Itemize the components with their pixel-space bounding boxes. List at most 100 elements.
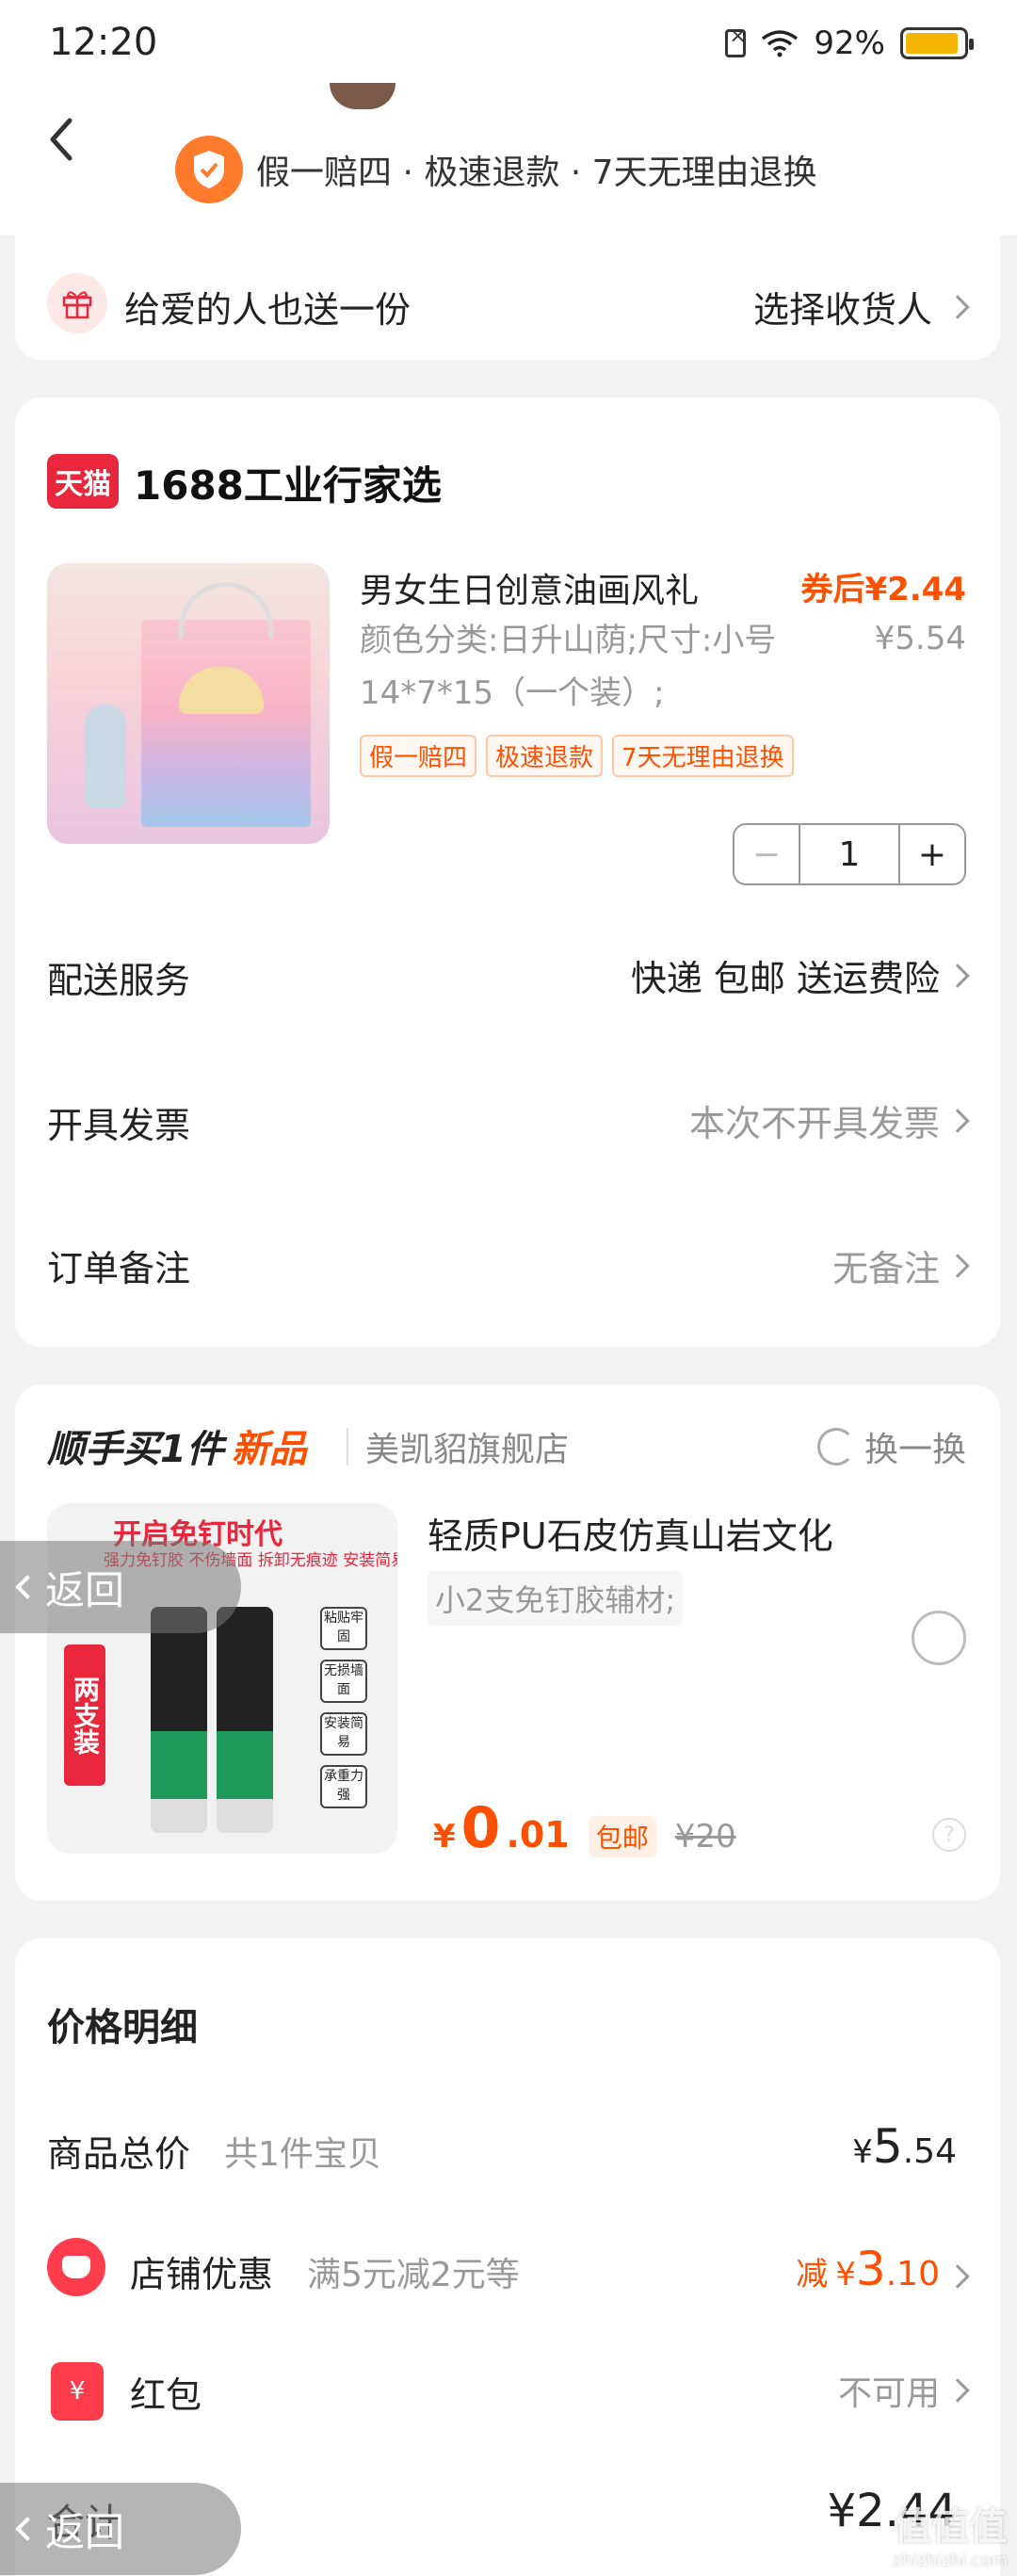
product-original-price: ¥5.54 [874, 620, 966, 657]
red-packet-label: 红包 [130, 2374, 202, 2416]
tag: 假一赔四 [360, 735, 477, 777]
select-recipient-button[interactable]: 选择收货人 [752, 281, 970, 332]
addon-price: ¥ 0 .01 包邮 ¥20 [433, 1795, 736, 1861]
free-shipping-badge: 包邮 [588, 1816, 656, 1857]
chevron-right-icon [945, 2378, 970, 2403]
price-after-coupon: 券后¥2.44 [800, 571, 966, 608]
tag: 7天无理由退换 [612, 735, 794, 777]
chevron-right-icon [945, 963, 970, 988]
gift-icon [47, 273, 107, 333]
addon-product-spec[interactable]: 小2支免钉胶辅材; [428, 1571, 684, 1626]
invoice-value: 本次不开具发票 [688, 1103, 940, 1144]
floating-back-label: 返回 [45, 1566, 125, 1613]
discount-prefix: 减 [796, 2256, 829, 2293]
price-decimal: .01 [506, 1814, 570, 1855]
header: 假一赔四 · 极速退款 · 7天无理由退换 [0, 83, 1017, 235]
battery-percent: 92% [814, 24, 885, 62]
watermark-url: zhizhizhi.com [893, 2551, 1008, 2570]
quantity-stepper: − 1 + [733, 823, 966, 885]
glue-tube [151, 1607, 207, 1833]
glue-tube [217, 1607, 273, 1833]
feature-label: 无损墙面 [320, 1660, 367, 1703]
gift-row[interactable]: 给爱的人也送一份 选择收货人 [15, 235, 1000, 360]
price-detail-title: 价格明细 [47, 2006, 198, 2049]
addon-select-radio[interactable] [912, 1611, 966, 1665]
addon-title: 顺手买1件 新品 [47, 1418, 307, 1473]
chevron-right-icon [945, 294, 970, 319]
battery-icon [900, 27, 974, 59]
store-discount-desc: 满5元减2元等 [307, 2256, 520, 2294]
addon-product-name[interactable]: 轻质PU石皮仿真山岩文化 [428, 1507, 833, 1559]
tag: 极速退款 [486, 735, 604, 777]
help-icon[interactable]: ? [932, 1818, 966, 1852]
quantity-value[interactable]: 1 [800, 825, 898, 883]
store-discount-label: 店铺优惠 [130, 2254, 274, 2295]
currency-symbol: ¥ [852, 2133, 873, 2171]
no-sim-icon [725, 24, 747, 57]
gift-label: 给爱的人也送一份 [124, 289, 412, 331]
chevron-right-icon [945, 1253, 970, 1278]
addon-original-price: ¥20 [674, 1818, 736, 1855]
discount-decimal: .10 [885, 2255, 940, 2293]
floating-back-button[interactable]: 返回 [0, 2483, 241, 2575]
two-pack-label: 两支装 [64, 1644, 105, 1786]
watermark: 值值值 zhizhizhi.com [893, 2496, 1008, 2570]
discount-integer: 3 [855, 2242, 886, 2296]
back-arrow-icon[interactable] [38, 111, 85, 168]
chevron-right-icon [945, 1108, 970, 1133]
delivery-value: 快递 包邮 送运费险 [630, 958, 940, 999]
swap-button[interactable]: 换一换 [816, 1422, 966, 1471]
floating-back-label: 返回 [45, 2508, 125, 2555]
note-label: 订单备注 [47, 1248, 191, 1289]
product-image[interactable] [47, 563, 330, 844]
store-discount-icon [47, 2238, 105, 2296]
wifi-icon [762, 30, 799, 57]
status-time: 12:20 [49, 21, 158, 64]
status-bar: 12:20 92% [0, 0, 1017, 94]
new-label: 新品 [231, 1428, 307, 1471]
addon-title-text: 顺手买1件 [47, 1428, 224, 1471]
avatar-partial [330, 83, 396, 109]
select-recipient-label: 选择收货人 [752, 289, 932, 331]
vase-illustration [85, 705, 126, 808]
decrease-button[interactable]: − [734, 825, 800, 883]
price-integer: 0 [460, 1795, 501, 1861]
invoice-label: 开具发票 [47, 1105, 191, 1146]
watermark-text: 值值值 [894, 2505, 1008, 2549]
total-label: 商品总价 [47, 2133, 191, 2175]
price-symbol: ¥ [433, 1818, 456, 1855]
swap-label: 换一换 [864, 1431, 966, 1469]
shop-name[interactable]: 1688工业行家选 [134, 454, 442, 511]
product-tags: 假一赔四 极速退款 7天无理由退换 [360, 735, 794, 777]
product-title[interactable]: 男女生日创意油画风礼 [360, 563, 699, 612]
store-discount-row[interactable]: 减 ¥ 3 .10 [796, 2242, 970, 2296]
chevron-left-icon [15, 1575, 40, 1599]
delivery-service-row[interactable]: 快递 包邮 送运费险 [630, 949, 970, 1001]
gift-bag-illustration [141, 582, 311, 827]
feature-label: 安装简易 [320, 1712, 367, 1756]
shield-check-icon [175, 136, 243, 203]
red-packet-icon: ¥ [51, 2362, 104, 2421]
order-note-row[interactable]: 无备注 [831, 1239, 970, 1291]
red-packet-row[interactable]: 不可用 [837, 2366, 970, 2415]
invoice-row[interactable]: 本次不开具发票 [688, 1094, 970, 1146]
feature-label: 粘贴牢固 [320, 1607, 367, 1650]
currency-symbol: ¥ [835, 2256, 856, 2293]
red-packet-value: 不可用 [837, 2374, 940, 2413]
addon-card: 顺手买1件新品 美凯貂旗舰店 换一换 开启免钉时代 强力免钉胶 不伤墙面 拆卸无… [15, 1385, 1000, 1901]
total-decimal: .54 [902, 2132, 957, 2171]
price-detail-card: 价格明细 商品总价 共1件宝贝 ¥ 5 .54 店铺优惠 满5元减2元等 减 ¥… [15, 1938, 1000, 2576]
refresh-icon [816, 1428, 855, 1466]
feature-label: 承重力强 [320, 1765, 367, 1808]
note-value: 无备注 [831, 1248, 940, 1289]
increase-button[interactable]: + [898, 825, 964, 883]
chevron-left-icon [15, 2517, 40, 2541]
addon-shop-name[interactable]: 美凯貂旗舰店 [365, 1422, 569, 1471]
total-value: ¥ 5 .54 [852, 2119, 957, 2174]
product-spec[interactable]: 颜色分类:日升山荫;尺寸:小号14*7*15（一个装）; [360, 614, 812, 720]
divider [347, 1428, 348, 1466]
battery-level [906, 33, 959, 54]
delivery-label: 配送服务 [47, 960, 191, 1001]
tmall-logo: 天猫 [47, 454, 119, 509]
floating-back-button[interactable]: 返回 [0, 1541, 241, 1633]
